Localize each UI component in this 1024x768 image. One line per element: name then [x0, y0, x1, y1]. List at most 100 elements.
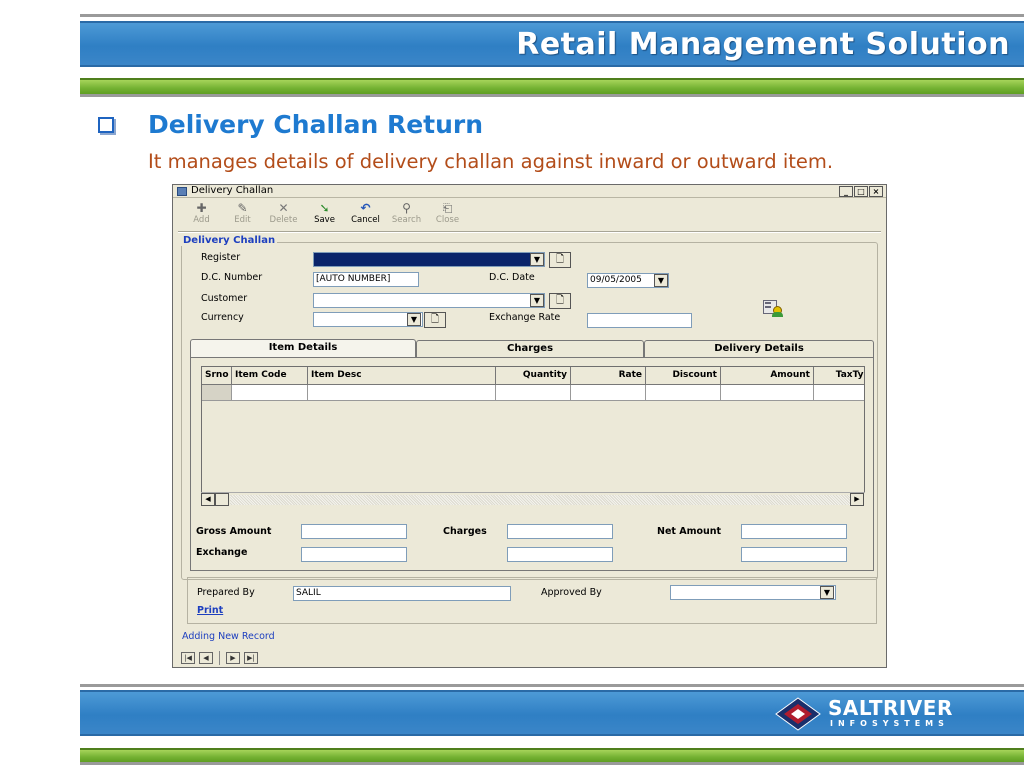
status-text: Adding New Record	[182, 631, 275, 642]
undo-icon: ↶	[360, 201, 371, 215]
close-button[interactable]: ×	[869, 186, 883, 197]
header-green-stripe	[80, 78, 1024, 94]
delete-button[interactable]: ✕ Delete	[263, 201, 304, 229]
close-toolbar-button[interactable]: ⎗ Close	[427, 201, 468, 229]
register-dropdown-button[interactable]: ▼	[530, 253, 544, 266]
last-record-icon[interactable]: ▶|	[244, 652, 258, 664]
scroll-right-icon[interactable]: ▶	[850, 493, 864, 506]
exchange-net-field[interactable]	[741, 547, 847, 562]
approved-by-label: Approved By	[541, 587, 602, 598]
net-amount-field[interactable]	[741, 524, 847, 539]
maximize-button[interactable]: □	[854, 186, 868, 197]
nav-divider	[219, 651, 220, 665]
grid-cell[interactable]	[814, 385, 864, 401]
currency-label: Currency	[201, 312, 244, 323]
register-new-doc-button[interactable]: 🗋	[549, 252, 571, 268]
window-title: Delivery Challan	[191, 185, 274, 196]
bullet-checkbox-icon	[98, 117, 114, 133]
customer-dropdown-button[interactable]: ▼	[530, 294, 544, 307]
customer-new-doc-button[interactable]: 🗋	[549, 293, 571, 309]
scroll-left-icon[interactable]: ◀	[201, 493, 215, 506]
gross-amount-label: Gross Amount	[196, 526, 272, 537]
dc-date-dropdown-button[interactable]: ▼	[654, 274, 668, 287]
charges-label: Charges	[443, 526, 487, 537]
minimize-button[interactable]: _	[839, 186, 853, 197]
slide: Retail Management Solution Delivery Chal…	[0, 0, 1024, 768]
slide-heading: Delivery Challan Return	[148, 110, 484, 139]
add-label: Add	[193, 215, 210, 225]
col-header-discount[interactable]: Discount	[646, 367, 721, 385]
exchange-charges-field[interactable]	[507, 547, 613, 562]
footer-top-rule	[80, 684, 1024, 687]
slide-subtitle: It manages details of delivery challan a…	[148, 150, 834, 173]
col-header-rate[interactable]: Rate	[571, 367, 646, 385]
save-button[interactable]: ➘ Save	[304, 201, 345, 229]
exchange-gross-field[interactable]	[301, 547, 407, 562]
customer-select[interactable]	[313, 293, 545, 308]
charges-field[interactable]	[507, 524, 613, 539]
first-record-icon[interactable]: |◀	[181, 652, 195, 664]
currency-dropdown-button[interactable]: ▼	[407, 313, 421, 326]
delete-x-icon: ✕	[278, 201, 289, 215]
register-label: Register	[201, 252, 241, 263]
col-header-item-desc[interactable]: Item Desc	[308, 367, 496, 385]
logo-name: SALTRIVER	[828, 696, 953, 720]
grid-row-selector[interactable]	[202, 385, 232, 401]
currency-new-doc-button[interactable]: 🗋	[424, 312, 446, 328]
grid-cell[interactable]	[232, 385, 308, 401]
plus-icon: ✚	[196, 201, 207, 215]
tab-charges[interactable]: Charges	[416, 340, 644, 357]
dc-date-label: D.C. Date	[489, 272, 535, 283]
search-label: Search	[391, 215, 422, 225]
col-header-srno[interactable]: Srno	[202, 367, 232, 385]
register-select[interactable]	[313, 252, 545, 267]
contact-card-icon[interactable]	[761, 298, 785, 318]
col-header-quantity[interactable]: Quantity	[496, 367, 571, 385]
scroll-track[interactable]	[230, 495, 850, 505]
grid-cell[interactable]	[646, 385, 721, 401]
cancel-button[interactable]: ↶ Cancel	[345, 201, 386, 229]
save-arrow-icon: ➘	[319, 201, 330, 215]
scroll-thumb[interactable]	[215, 493, 229, 506]
tab-delivery-details[interactable]: Delivery Details	[644, 340, 874, 357]
next-record-icon[interactable]: ▶	[226, 652, 240, 664]
edit-button[interactable]: ✎ Edit	[222, 201, 263, 229]
dc-number-field[interactable]: [AUTO NUMBER]	[313, 272, 419, 287]
net-amount-label: Net Amount	[657, 526, 722, 537]
logo-subtitle: INFOSYSTEMS	[830, 719, 949, 728]
previous-record-icon[interactable]: ◀	[199, 652, 213, 664]
exit-door-icon: ⎗	[442, 201, 453, 215]
add-button[interactable]: ✚ Add	[181, 201, 222, 229]
toolbar-separator	[178, 231, 881, 233]
close-label: Close	[435, 215, 460, 225]
exchange-rate-label: Exchange Rate	[489, 312, 561, 323]
grid-cell[interactable]	[571, 385, 646, 401]
toolbar: ✚ Add ✎ Edit ✕ Delete ➘ Save ↶ Cancel ⚲ …	[181, 201, 468, 229]
approved-by-select[interactable]	[670, 585, 836, 600]
col-header-amount[interactable]: Amount	[721, 367, 814, 385]
exchange-rate-field[interactable]	[587, 313, 692, 328]
search-button[interactable]: ⚲ Search	[386, 201, 427, 229]
customer-label: Customer	[201, 293, 248, 304]
gross-amount-field[interactable]	[301, 524, 407, 539]
grid-cell[interactable]	[721, 385, 814, 401]
delivery-challan-window: Delivery Challan _ □ × ✚ Add ✎ Edit ✕ De…	[172, 184, 887, 668]
col-header-taxtype[interactable]: TaxTyp	[814, 367, 864, 385]
header-bottom-rule	[80, 94, 1024, 97]
grid-horizontal-scrollbar[interactable]: ◀ ▶	[201, 492, 865, 506]
grid-cell[interactable]	[496, 385, 571, 401]
print-link[interactable]: Print	[197, 605, 223, 616]
dc-number-label: D.C. Number	[201, 272, 263, 283]
prepared-by-label: Prepared By	[197, 587, 255, 598]
pencil-icon: ✎	[237, 201, 248, 215]
col-header-item-code[interactable]: Item Code	[232, 367, 308, 385]
save-label: Save	[314, 215, 335, 225]
exchange-label: Exchange	[196, 547, 248, 558]
delete-label: Delete	[269, 215, 298, 225]
tab-item-details[interactable]: Item Details	[190, 339, 416, 358]
prepared-by-field[interactable]: SALIL	[293, 586, 511, 601]
tab-strip: Item Details Charges Delivery Details	[190, 339, 874, 358]
approved-by-dropdown-button[interactable]: ▼	[820, 586, 834, 599]
grid-cell[interactable]	[308, 385, 496, 401]
item-grid[interactable]: Srno Item Code Item Desc Quantity Rate D…	[201, 366, 865, 505]
